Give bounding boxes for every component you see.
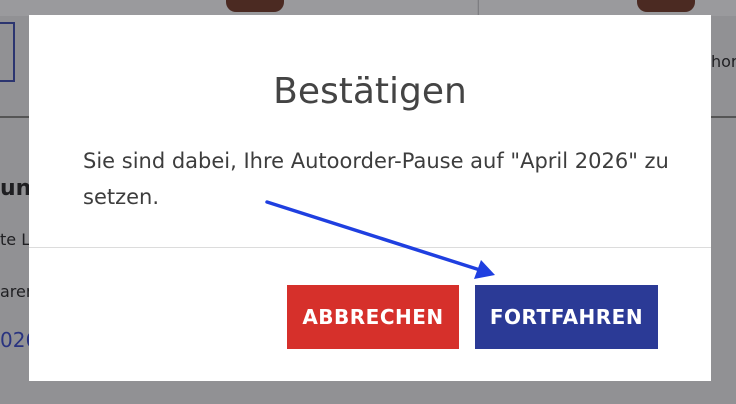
continue-button[interactable]: FORTFAHREN <box>475 285 658 349</box>
background-divider <box>710 116 736 118</box>
background-divider <box>0 116 30 118</box>
background-date-fragment: 026 <box>0 328 29 352</box>
background-heading-fragment: un <box>0 176 29 201</box>
background-product-card <box>479 0 736 16</box>
background-text-fragment: aren <box>0 282 29 301</box>
background-button-outline <box>0 22 15 82</box>
confirm-dialog: Bestätigen Sie sind dabei, Ihre Autoorde… <box>29 15 711 381</box>
background-product-image <box>637 0 695 12</box>
dialog-message: Sie sind dabei, Ihre Autoorder-Pause auf… <box>83 149 669 209</box>
cancel-button[interactable]: ABBRECHEN <box>287 285 459 349</box>
dialog-divider <box>29 247 711 248</box>
background-product-image <box>226 0 284 12</box>
background-text-fragment: te L <box>0 230 29 249</box>
background-text-fragment: hor <box>711 52 736 71</box>
dialog-title: Bestätigen <box>273 71 467 112</box>
